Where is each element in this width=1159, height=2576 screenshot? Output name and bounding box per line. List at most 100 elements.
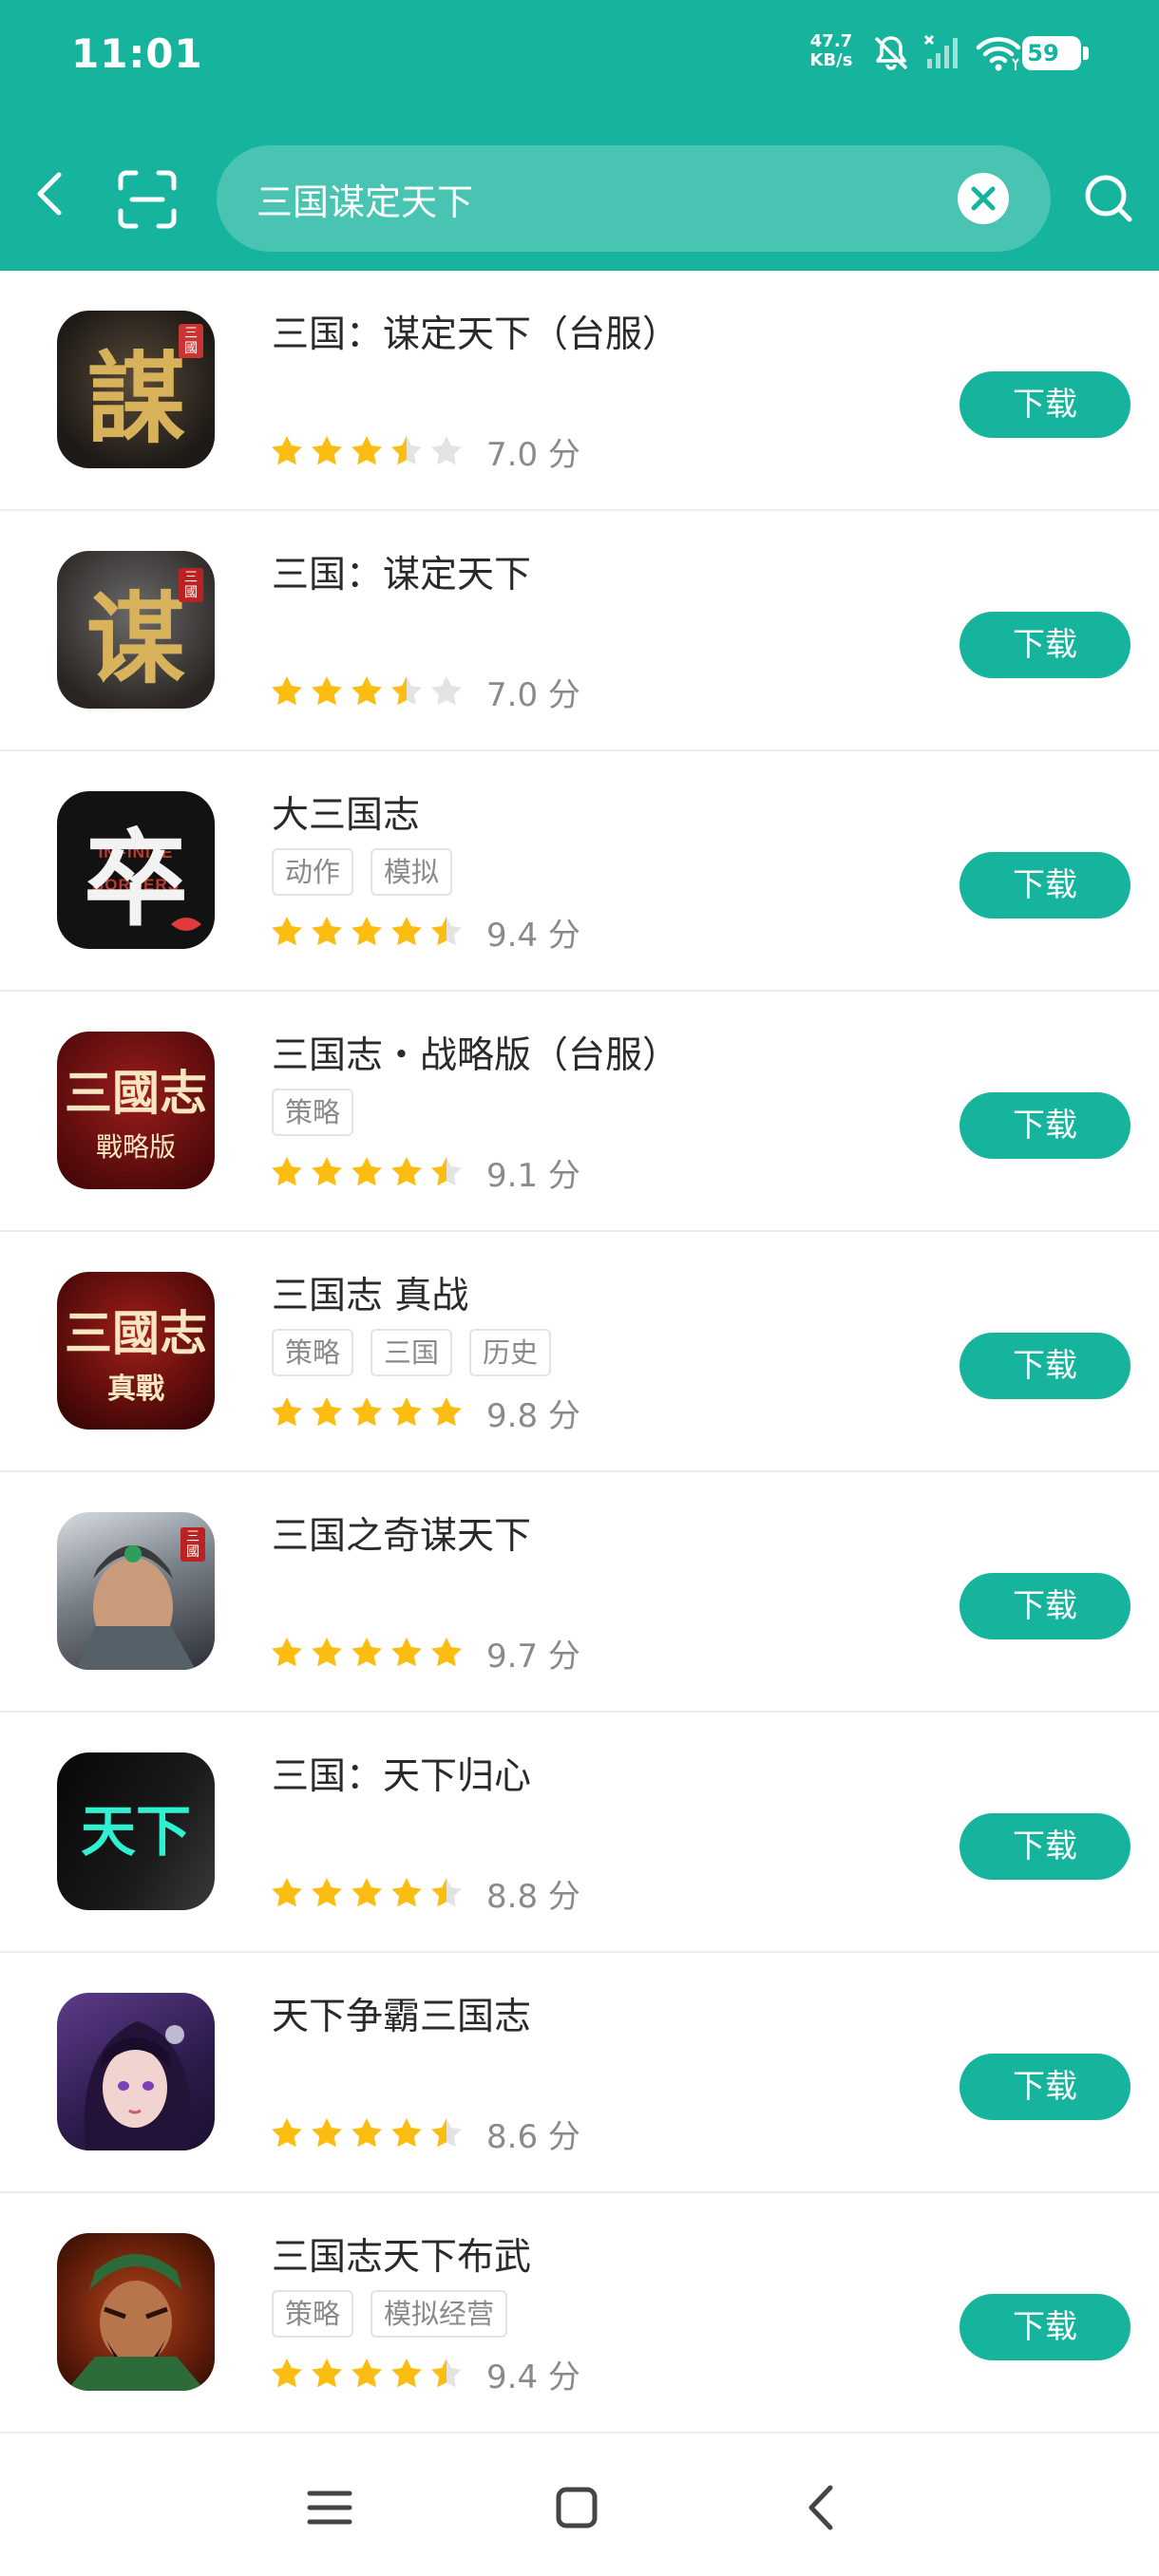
list-item[interactable]: 谋 三國 三国：谋定天下 7.0 分 下载 xyxy=(0,511,1159,751)
back-button[interactable] xyxy=(27,169,76,218)
tag[interactable]: 动作 xyxy=(272,848,354,896)
rating: 7.0 分 xyxy=(270,671,580,714)
star-full-icon xyxy=(352,917,382,946)
rating-score: 7.0 分 xyxy=(486,435,580,474)
star-half-icon xyxy=(391,436,422,465)
list-item[interactable]: 三國志 真戰 三国志 真战 策略 三国 历史 9.8 分 下载 xyxy=(0,1232,1159,1472)
tag[interactable]: 历史 xyxy=(469,1329,552,1376)
battery-level: 59 xyxy=(1027,40,1059,66)
star-full-icon xyxy=(272,1157,302,1186)
download-button[interactable]: 下载 xyxy=(960,612,1130,678)
star-half-icon xyxy=(391,676,422,706)
tag[interactable]: 模拟经营 xyxy=(370,2290,508,2338)
home-icon[interactable] xyxy=(543,2474,610,2541)
clear-search-button[interactable] xyxy=(958,173,1009,224)
star-full-icon xyxy=(431,1397,462,1427)
status-time: 11:01 xyxy=(71,30,203,77)
star-full-icon xyxy=(352,1878,382,1907)
star-full-icon xyxy=(272,2358,302,2388)
app-icon-badge: 戰略版 xyxy=(95,1131,176,1163)
app-icon-badge: 三國 xyxy=(179,568,203,602)
app-icon: 三國 xyxy=(57,1512,215,1670)
star-full-icon xyxy=(272,1397,302,1427)
star-full-icon xyxy=(352,2118,382,2148)
search-input[interactable] xyxy=(256,145,960,252)
download-button[interactable]: 下载 xyxy=(960,1573,1130,1639)
app-name: 天下争霸三国志 xyxy=(272,1996,532,2038)
star-rating xyxy=(270,434,464,468)
rating: 9.4 分 xyxy=(270,911,580,955)
app-icon xyxy=(57,1993,215,2150)
star-half-icon xyxy=(431,917,462,946)
star-full-icon xyxy=(312,917,342,946)
tag-list: 策略 模拟经营 xyxy=(272,2290,508,2339)
star-full-icon xyxy=(312,2118,342,2148)
star-full-icon xyxy=(391,2118,422,2148)
rating: 9.1 分 xyxy=(270,1151,580,1195)
list-item[interactable]: 謀 三國 三国：谋定天下（台服） 7.0 分 下载 xyxy=(0,271,1159,511)
rating: 9.8 分 xyxy=(270,1392,580,1435)
star-full-icon xyxy=(272,2118,302,2148)
list-item[interactable]: INFINITE BORDERS 卒 大三国志 动作 模拟 9.4 分 下载 xyxy=(0,751,1159,992)
net-speed: 47.7 KB/s xyxy=(803,32,860,70)
rating-score: 9.8 分 xyxy=(486,1396,580,1435)
list-item[interactable]: 三国志天下布武 策略 模拟经营 9.4 分 下载 xyxy=(0,2193,1159,2434)
star-empty-icon xyxy=(431,436,462,465)
list-item[interactable]: 三國 三国之奇谋天下 9.7 分 下载 xyxy=(0,1472,1159,1713)
star-full-icon xyxy=(272,917,302,946)
list-item[interactable]: 天下 三国：天下归心 8.8 分 下载 xyxy=(0,1713,1159,1953)
back-icon[interactable] xyxy=(790,2474,857,2541)
star-full-icon xyxy=(391,1638,422,1667)
rating-score: 9.7 分 xyxy=(486,1637,580,1676)
system-nav-bar xyxy=(0,2436,1159,2576)
star-full-icon xyxy=(312,2358,342,2388)
publisher-logo-icon xyxy=(171,918,201,931)
rating: 9.4 分 xyxy=(270,2353,580,2396)
download-button[interactable]: 下载 xyxy=(960,2294,1130,2360)
menu-icon[interactable] xyxy=(296,2474,363,2541)
tag-list: 策略 xyxy=(272,1089,354,1138)
star-half-icon xyxy=(431,2118,462,2148)
star-full-icon xyxy=(312,676,342,706)
star-full-icon xyxy=(391,2358,422,2388)
download-button[interactable]: 下载 xyxy=(960,852,1130,919)
scan-icon[interactable] xyxy=(117,169,178,230)
app-name: 三国志天下布武 xyxy=(272,2236,532,2279)
star-full-icon xyxy=(272,436,302,465)
net-speed-unit: KB/s xyxy=(809,50,853,70)
signal-icon xyxy=(923,34,958,68)
download-button[interactable]: 下载 xyxy=(960,371,1130,438)
download-button[interactable]: 下载 xyxy=(960,2054,1130,2120)
list-item[interactable]: 三國志 戰略版 三国志・战略版（台服） 策略 9.1 分 下载 xyxy=(0,992,1159,1232)
rating-score: 8.8 分 xyxy=(486,1877,580,1916)
tag[interactable]: 策略 xyxy=(272,2290,354,2338)
header: 11:01 47.7 KB/s 59 xyxy=(0,0,1159,271)
rating: 9.7 分 xyxy=(270,1632,580,1676)
tag[interactable]: 策略 xyxy=(272,1329,354,1376)
heroine-portrait-icon xyxy=(84,2021,192,2150)
app-icon: 谋 三國 xyxy=(57,551,215,709)
battery-indicator: 59 xyxy=(1022,36,1089,70)
app-name: 三国：天下归心 xyxy=(272,1755,532,1798)
app-name: 三国志 真战 xyxy=(272,1275,469,1317)
search-button[interactable] xyxy=(1081,171,1134,224)
tag[interactable]: 三国 xyxy=(370,1329,453,1376)
star-full-icon xyxy=(272,676,302,706)
app-icon-glyph: 天下 xyxy=(80,1799,191,1864)
tag-list: 策略 三国 历史 xyxy=(272,1329,552,1378)
download-button[interactable]: 下载 xyxy=(960,1092,1130,1159)
notifications-muted-icon xyxy=(874,36,908,70)
tag[interactable]: 策略 xyxy=(272,1089,354,1136)
rating: 8.8 分 xyxy=(270,1872,580,1916)
star-full-icon xyxy=(312,1397,342,1427)
star-full-icon xyxy=(391,1157,422,1186)
app-icon xyxy=(57,2233,215,2391)
search-results-list: 謀 三國 三国：谋定天下（台服） 7.0 分 下载 谋 三國 三国：谋定天下 7… xyxy=(0,271,1159,2434)
star-full-icon xyxy=(312,436,342,465)
app-name: 三国：谋定天下（台服） xyxy=(272,313,680,356)
tag[interactable]: 模拟 xyxy=(370,848,453,896)
list-item[interactable]: 天下争霸三国志 8.6 分 下载 xyxy=(0,1953,1159,2193)
download-button[interactable]: 下载 xyxy=(960,1813,1130,1880)
download-button[interactable]: 下载 xyxy=(960,1333,1130,1399)
search-bar xyxy=(217,145,1051,252)
